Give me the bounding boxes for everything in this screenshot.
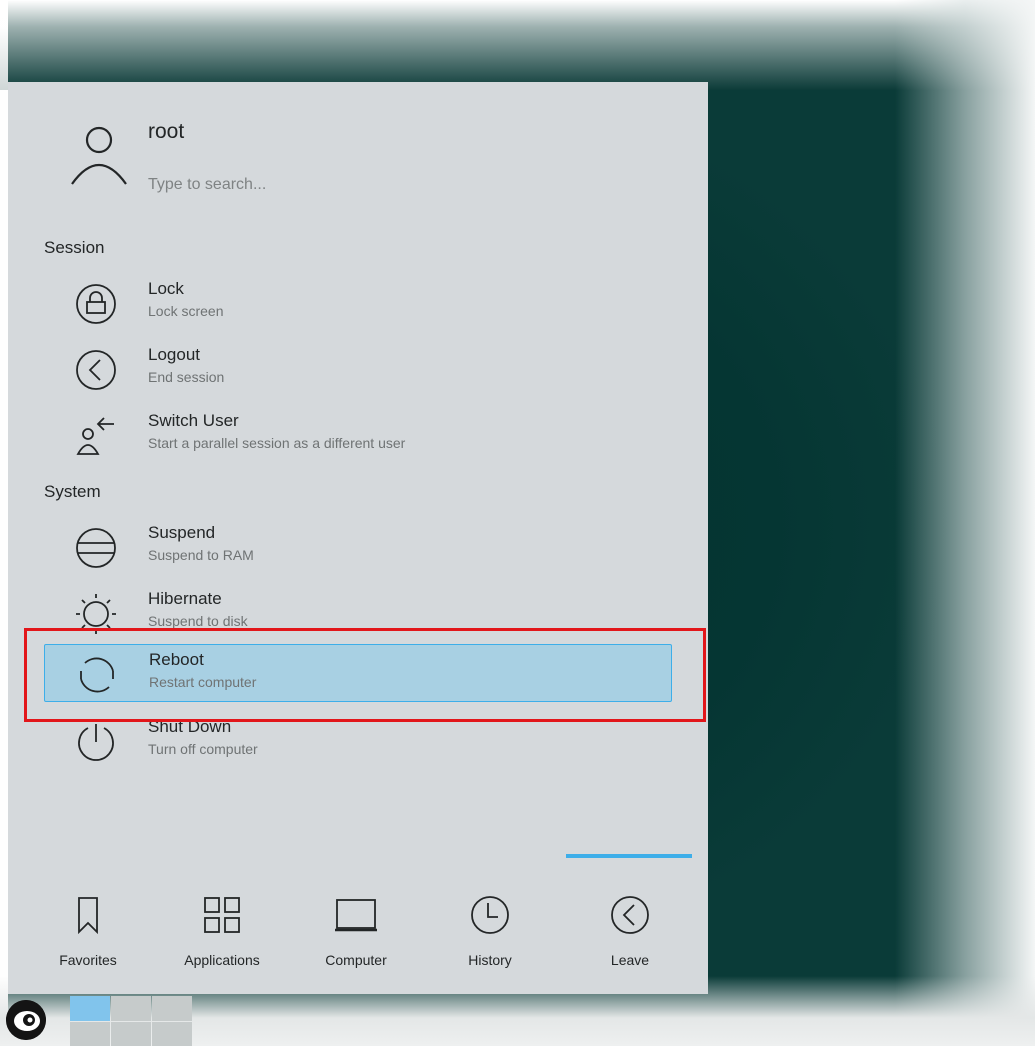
hibernate-icon	[76, 594, 116, 634]
tab-leave[interactable]: Leave	[564, 872, 696, 972]
menu-item-label: Suspend	[148, 523, 216, 542]
bookmark-icon	[78, 897, 98, 935]
menu-item-description: Start a parallel session as a different …	[148, 435, 406, 451]
menu-item-description: Suspend to disk	[148, 613, 248, 629]
menu-item-description: End session	[148, 369, 225, 385]
search-input[interactable]	[146, 170, 510, 200]
application-launcher-menu: root Session Lock Lock screen Logout End…	[8, 82, 708, 994]
menu-item-label: Logout	[148, 345, 200, 364]
logout-icon	[76, 350, 116, 390]
pager-desktop-4[interactable]	[70, 1022, 110, 1046]
pager-desktop-2[interactable]	[111, 996, 151, 1021]
wallpaper-fade	[0, 0, 1035, 90]
pager-desktop-5[interactable]	[111, 1022, 151, 1046]
menu-item-suspend[interactable]: Suspend Suspend to RAM	[44, 518, 672, 576]
tab-label: Applications	[184, 952, 260, 968]
user-name: root	[148, 120, 185, 143]
menu-item-description: Restart computer	[149, 674, 257, 690]
menu-item-reboot[interactable]: Reboot Restart computer	[44, 644, 672, 702]
tab-label: Favorites	[59, 952, 117, 968]
section-title-session: Session	[44, 238, 105, 257]
menu-item-description: Suspend to RAM	[148, 547, 254, 563]
menu-item-label: Reboot	[149, 650, 204, 669]
tab-computer[interactable]: Computer	[290, 872, 422, 972]
tab-label: Leave	[610, 952, 650, 968]
pager-desktop-3[interactable]	[152, 996, 192, 1021]
switch-user-icon	[76, 417, 114, 455]
grid-icon	[204, 897, 240, 933]
tab-label: History	[468, 952, 512, 968]
pager-desktop-1[interactable]	[70, 996, 110, 1021]
active-tab-indicator	[566, 854, 692, 858]
pager-desktop-6[interactable]	[152, 1022, 192, 1046]
menu-item-label: Shut Down	[148, 717, 232, 736]
clock-icon	[471, 896, 509, 934]
user-avatar-icon[interactable]	[68, 124, 128, 186]
virtual-desktop-pager	[70, 994, 192, 1046]
menu-item-label: Switch User	[148, 411, 239, 430]
suspend-icon	[76, 528, 116, 568]
tab-history[interactable]: History	[424, 872, 556, 972]
menu-item-logout[interactable]: Logout End session	[44, 340, 672, 398]
menu-item-shut-down[interactable]: Shut Down Turn off computer	[44, 712, 672, 770]
tab-label: Computer	[325, 952, 387, 968]
menu-item-lock[interactable]: Lock Lock screen	[44, 274, 672, 332]
tab-applications[interactable]: Applications	[156, 872, 288, 972]
leave-icon	[611, 896, 649, 934]
wallpaper-fade	[895, 0, 1035, 1046]
power-icon	[78, 724, 114, 761]
menu-item-description: Turn off computer	[148, 741, 258, 757]
menu-item-description: Lock screen	[148, 303, 224, 319]
desktop: root Session Lock Lock screen Logout End…	[0, 0, 1035, 1046]
menu-item-label: Hibernate	[148, 589, 222, 608]
taskbar	[0, 994, 1035, 1046]
launcher-logo-icon[interactable]	[6, 1000, 46, 1040]
section-title-system: System	[44, 482, 101, 501]
menu-item-hibernate[interactable]: Hibernate Suspend to disk	[44, 584, 672, 642]
lock-icon	[76, 284, 116, 324]
tab-favorites[interactable]: Favorites	[22, 872, 154, 972]
laptop-icon	[335, 899, 377, 932]
menu-item-label: Lock	[148, 279, 184, 298]
reboot-icon	[80, 657, 114, 693]
menu-item-switch-user[interactable]: Switch User Start a parallel session as …	[44, 406, 672, 464]
